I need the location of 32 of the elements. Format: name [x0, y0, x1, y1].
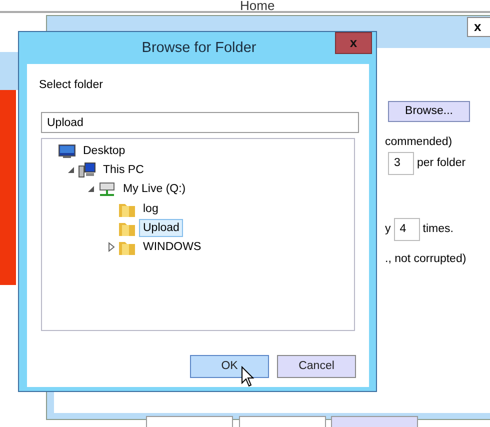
dialog-button[interactable]: [146, 416, 233, 427]
sidebar-strip: [0, 52, 18, 90]
expand-arrow-icon[interactable]: [106, 242, 116, 252]
browse-button[interactable]: Browse...: [388, 101, 470, 122]
option-text: ., not corrupted): [385, 252, 466, 267]
collapse-arrow-icon[interactable]: [66, 164, 76, 175]
folder-field[interactable]: Upload: [41, 112, 359, 133]
folder-icon: [118, 239, 136, 256]
dialog-button[interactable]: [239, 416, 326, 427]
tree-item[interactable]: Desktop: [79, 142, 130, 160]
close-button[interactable]: x: [335, 32, 372, 54]
cancel-button[interactable]: Cancel: [277, 355, 356, 378]
tree-item[interactable]: log: [139, 200, 162, 218]
tree-item[interactable]: WINDOWS: [139, 238, 206, 256]
ok-button[interactable]: OK: [190, 355, 269, 378]
network-drive-icon: [98, 181, 116, 198]
option-text: y: [385, 222, 391, 237]
number-field[interactable]: 3: [388, 152, 414, 175]
collapse-arrow-icon[interactable]: [86, 184, 96, 194]
option-text: per folder: [417, 156, 466, 171]
page-title: Home: [240, 0, 275, 12]
number-field[interactable]: 4: [394, 218, 420, 241]
tree-item[interactable]: This PC: [99, 160, 148, 179]
dialog-title: Browse for Folder: [140, 39, 258, 58]
option-text: times.: [422, 222, 454, 237]
prompt-label: Select folder: [39, 78, 103, 93]
desktop-icon: [58, 142, 76, 159]
close-button[interactable]: x: [467, 17, 490, 37]
tree-item[interactable]: My Live (Q:): [119, 180, 190, 198]
option-text: commended): [385, 135, 452, 150]
computer-icon: [78, 162, 96, 178]
tree-item[interactable]: Upload: [139, 218, 184, 237]
